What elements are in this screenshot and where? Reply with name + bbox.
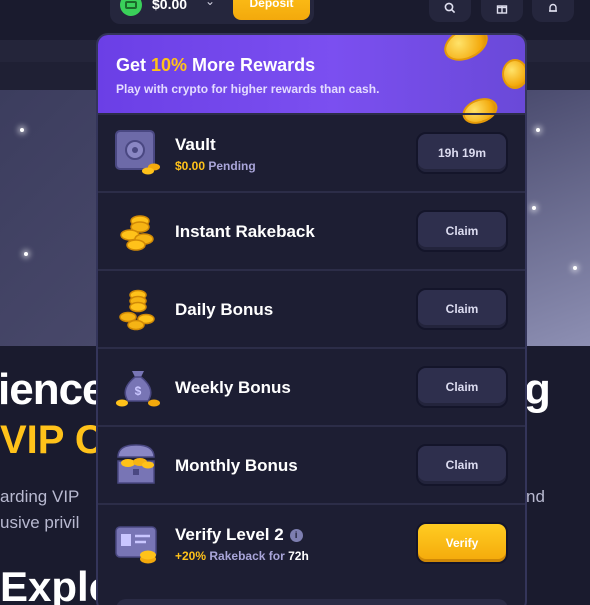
page-heading-fragment: ience xyxy=(0,365,107,414)
rewards-dropdown: Get 10% More Rewards Play with crypto fo… xyxy=(96,33,527,605)
reward-title: Verify Level 2i xyxy=(175,525,303,545)
page-text-line: usive privil xyxy=(0,513,80,532)
claim-button[interactable]: Claim xyxy=(416,366,508,408)
reward-title: Weekly Bonus xyxy=(175,378,291,397)
claim-button[interactable]: Claim xyxy=(416,288,508,330)
reward-subtitle: $0.00 Pending xyxy=(175,159,256,173)
claim-button[interactable]: Claim xyxy=(416,210,508,252)
vault-timer-button[interactable]: 19h 19m xyxy=(416,132,508,174)
hero-banner-right xyxy=(520,90,590,346)
vault-icon xyxy=(114,129,162,177)
reward-row-monthly-bonus: Monthly Bonus Claim xyxy=(98,425,525,503)
deposit-button[interactable]: Deposit xyxy=(233,0,310,20)
reward-row-vault: Vault $0.00 Pending 19h 19m xyxy=(98,113,525,191)
promo-subtitle: Play with crypto for higher rewards than… xyxy=(116,82,380,96)
star-decoration xyxy=(536,128,540,132)
reward-subtitle: +20% Rakeback for 72h xyxy=(175,549,309,563)
reward-title: Instant Rakeback xyxy=(175,222,315,241)
treasure-chest-icon xyxy=(114,441,162,489)
star-decoration xyxy=(20,128,24,132)
gift-icon[interactable] xyxy=(481,0,523,22)
star-decoration xyxy=(532,206,536,210)
reward-row-weekly-bonus: $ Weekly Bonus Claim xyxy=(98,347,525,425)
coin-decoration xyxy=(502,59,525,89)
reward-title: Daily Bonus xyxy=(175,300,274,319)
wallet-balance: $0.00 xyxy=(152,0,188,12)
claim-button[interactable]: Claim xyxy=(416,444,508,486)
reward-title: Vault xyxy=(175,135,216,154)
coin-pile-icon xyxy=(114,285,162,333)
search-icon[interactable] xyxy=(429,0,471,22)
star-decoration xyxy=(573,266,577,270)
svg-text:$: $ xyxy=(135,384,142,398)
bell-icon[interactable] xyxy=(532,0,574,22)
reward-title: Monthly Bonus xyxy=(175,456,298,475)
reward-row-instant-rakeback: Instant Rakeback Claim xyxy=(98,191,525,269)
verify-button[interactable]: Verify xyxy=(416,522,508,564)
reward-row-daily-bonus: Daily Bonus Claim xyxy=(98,269,525,347)
promo-banner[interactable]: Get 10% More Rewards Play with crypto fo… xyxy=(98,35,525,129)
page-heading-fragment-right: g xyxy=(524,365,551,414)
coin-stack-icon xyxy=(114,207,162,255)
money-bag-icon: $ xyxy=(114,363,162,411)
next-item-partial xyxy=(116,599,508,605)
page-text-line-right: nd xyxy=(526,487,545,506)
reward-row-verify-level: Verify Level 2i +20% Rakeback for 72h Ve… xyxy=(98,503,525,581)
info-icon[interactable]: i xyxy=(289,528,303,542)
coin-decoration xyxy=(438,35,494,68)
id-card-icon xyxy=(114,521,162,569)
page-text-line: arding VIP xyxy=(0,487,80,506)
star-decoration xyxy=(24,252,28,256)
promo-title: Get 10% More Rewards xyxy=(116,55,316,75)
chevron-down-icon[interactable]: ⌄ xyxy=(205,0,215,8)
